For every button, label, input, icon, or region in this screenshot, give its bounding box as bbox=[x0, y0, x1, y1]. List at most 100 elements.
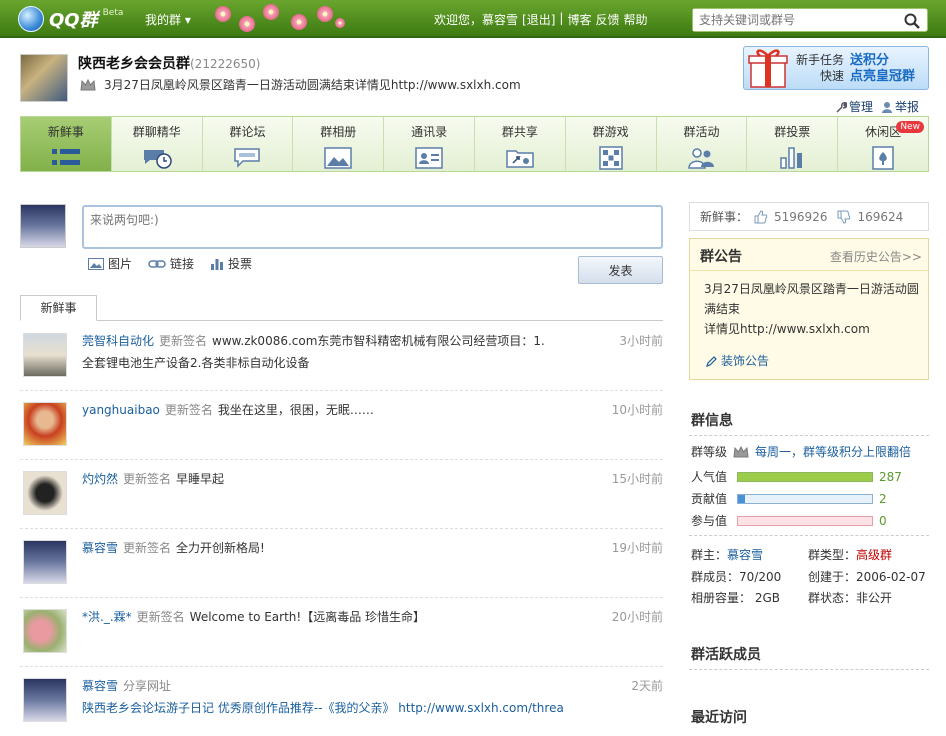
group-level-row: 群等级 每周一，群等级积分上限翻倍 bbox=[691, 443, 911, 460]
group-type-value: 高级群 bbox=[856, 548, 893, 562]
owner-label: 群主： bbox=[691, 548, 728, 562]
group-avatar[interactable] bbox=[20, 54, 68, 102]
feed-user-link[interactable]: yanghuaibao bbox=[82, 403, 160, 417]
contribution-label: 贡献值 bbox=[691, 492, 728, 506]
insert-vote-tool[interactable]: 投票 bbox=[210, 255, 252, 272]
tab-vote[interactable]: 群投票 bbox=[747, 117, 839, 171]
feed-time: 15小时前 bbox=[611, 472, 663, 486]
manage-link[interactable]: 管理 bbox=[835, 98, 873, 115]
tab-fresh-news[interactable]: 新鲜事 bbox=[21, 117, 112, 171]
album-capacity-info: 相册容量： 2GB bbox=[691, 591, 780, 605]
user-avatar[interactable] bbox=[23, 471, 67, 515]
dislikes-count: 169624 bbox=[857, 209, 904, 224]
thumbs-up-icon[interactable] bbox=[754, 209, 768, 224]
notice-text: 3月27日凤凰岭风景区踏青一日游活动圆满结束 bbox=[704, 282, 919, 316]
tab-leisure[interactable]: 休闲区 New bbox=[838, 117, 928, 171]
likes-count: 5196926 bbox=[774, 209, 828, 224]
insert-link-tool[interactable]: 链接 bbox=[148, 255, 194, 272]
feed-action: 更新签名 bbox=[159, 334, 208, 348]
decorate-notice-link[interactable]: 装饰公告 bbox=[706, 352, 769, 369]
notice-divider bbox=[690, 270, 928, 271]
logout-link[interactable]: [退出] bbox=[522, 11, 555, 28]
feed-user-link[interactable]: 莞智科自动化 bbox=[82, 334, 154, 348]
feed-action: 更新签名 bbox=[164, 403, 213, 417]
popularity-value: 287 bbox=[879, 469, 902, 484]
tab-activity[interactable]: 群活动 bbox=[657, 117, 748, 171]
activity-icon bbox=[688, 148, 715, 169]
my-avatar[interactable] bbox=[20, 204, 66, 248]
insert-image-tool[interactable]: 图片 bbox=[88, 255, 132, 272]
report-label: 举报 bbox=[895, 100, 920, 114]
user-avatar[interactable] bbox=[23, 402, 67, 446]
type-label: 群类型： bbox=[808, 548, 857, 562]
section-divider bbox=[689, 435, 929, 436]
logo-text: QQ群 bbox=[49, 10, 98, 31]
welcome-text: 欢迎您，慕容雪 bbox=[434, 13, 519, 27]
popularity-row: 人气值 287 bbox=[691, 468, 902, 485]
tab-album[interactable]: 群相册 bbox=[293, 117, 385, 171]
notice-body: 3月27日凤凰岭风景区踏青一日游活动圆满结束 详情见http://www.sxl… bbox=[704, 279, 924, 339]
feed-user-link[interactable]: 慕容雪 bbox=[82, 541, 118, 555]
group-info-title: 群信息 bbox=[691, 413, 733, 429]
help-link[interactable]: 帮助 bbox=[623, 11, 647, 28]
feed-headline: 慕容雪 更新签名 全力开创新格局! bbox=[82, 539, 265, 556]
feed-shared-link[interactable]: 陕西老乡会论坛游子日记 优秀原创作品推荐--《我的父亲》 http://www.… bbox=[82, 699, 564, 716]
level-info-link[interactable]: 每周一，群等级积分上限翻倍 bbox=[755, 443, 911, 460]
user-avatar[interactable] bbox=[23, 678, 67, 722]
feed-item: 慕容雪 更新签名 全力开创新格局! 19小时前 bbox=[20, 529, 663, 598]
search-icon[interactable] bbox=[903, 12, 921, 30]
notice-history-link[interactable]: 查看历史公告>> bbox=[830, 248, 922, 265]
tab-forum[interactable]: 群论坛 bbox=[203, 117, 294, 171]
feedback-link[interactable]: 反馈 bbox=[595, 11, 619, 28]
feed-time: 19小时前 bbox=[611, 541, 663, 555]
user-avatar[interactable] bbox=[23, 609, 67, 653]
newbie-task-banner[interactable]: 新手任务 送积分 快速 点亮皇冠群 bbox=[743, 46, 929, 90]
feed-user-link[interactable]: 灼灼然 bbox=[82, 472, 118, 486]
participation-label: 参与值 bbox=[691, 514, 728, 528]
forum-icon bbox=[234, 148, 261, 168]
search-box bbox=[692, 8, 928, 32]
tab-chat-digest[interactable]: 群聊精华 bbox=[112, 117, 203, 171]
feed-headline: *洪._.霖* 更新签名 Welcome to Earth!【远离毒品 珍惜生命】 bbox=[82, 608, 425, 625]
blog-link[interactable]: 博客 bbox=[567, 11, 591, 28]
owner-link[interactable]: 慕容雪 bbox=[727, 548, 763, 562]
post-input[interactable] bbox=[82, 205, 663, 249]
contribution-bar bbox=[737, 493, 873, 504]
feed-action: 更新签名 bbox=[136, 610, 185, 624]
submit-post-button[interactable]: 发表 bbox=[578, 256, 663, 284]
tab-feed-fresh-news[interactable]: 新鲜事 bbox=[20, 295, 97, 321]
feed-text: 我坐在这里，很困，无眠…… bbox=[217, 403, 374, 417]
tab-label: 通讯录 bbox=[411, 125, 448, 139]
wrench-icon bbox=[836, 101, 847, 113]
report-person-icon bbox=[882, 101, 893, 113]
pencil-icon bbox=[706, 355, 717, 367]
group-id: (21222650) bbox=[190, 57, 261, 71]
qq-group-logo[interactable]: QQ群 Beta bbox=[18, 6, 123, 32]
feed-action: 更新签名 bbox=[123, 541, 172, 555]
user-avatar[interactable] bbox=[23, 540, 67, 584]
tab-game[interactable]: 群游戏 bbox=[566, 117, 657, 171]
report-link[interactable]: 举报 bbox=[881, 98, 919, 115]
tab-contacts[interactable]: 通讯录 bbox=[384, 117, 475, 171]
tab-label: 群聊精华 bbox=[132, 125, 181, 139]
thumbs-down-icon[interactable] bbox=[837, 210, 851, 224]
contribution-row: 贡献值 2 bbox=[691, 490, 887, 507]
created-info: 创建于：2006-02-07 bbox=[808, 570, 926, 584]
contacts-icon bbox=[415, 147, 443, 169]
feed-user-link[interactable]: 慕容雪 bbox=[82, 679, 118, 693]
user-avatar[interactable] bbox=[23, 333, 67, 377]
album-icon bbox=[324, 147, 353, 169]
my-group-menu[interactable]: 我的群 ▾ bbox=[145, 11, 191, 28]
beta-label: Beta bbox=[102, 8, 124, 18]
tab-label: 群论坛 bbox=[229, 125, 266, 139]
admin-links: 管理 举报 bbox=[835, 98, 919, 115]
top-nav: 欢迎您，慕容雪 [退出] | 博客 反馈 帮助 bbox=[434, 11, 647, 28]
flower-decoration-icon bbox=[205, 2, 355, 36]
share-folder-icon bbox=[506, 150, 534, 168]
feed-action: 分享网址 bbox=[123, 679, 172, 693]
tab-share[interactable]: 群共享 bbox=[475, 117, 566, 171]
search-input[interactable] bbox=[693, 9, 893, 31]
feed-user-link[interactable]: *洪._.霖* bbox=[82, 610, 132, 624]
bar-chart-icon bbox=[211, 258, 224, 270]
globe-icon bbox=[18, 6, 44, 32]
